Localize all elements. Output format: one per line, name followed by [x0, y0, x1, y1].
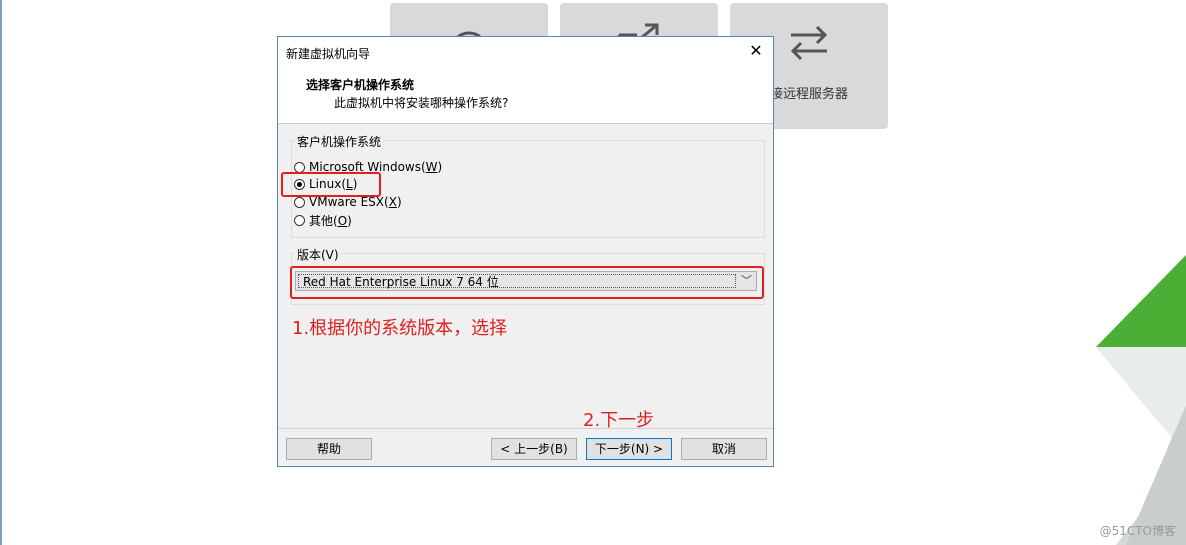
annotation-step1: 1.根据你的系统版本，选择 — [292, 318, 508, 339]
window-left-edge — [0, 0, 2, 545]
dialog-title: 新建虚拟机向导 — [286, 47, 371, 61]
header-title: 选择客户机操作系统 — [306, 78, 415, 92]
dialog-header: 选择客户机操作系统 此虚拟机中将安装哪种操作系统? — [278, 65, 773, 124]
decorative-triangles — [1096, 255, 1186, 545]
header-subtitle: 此虚拟机中将安装哪种操作系统? — [334, 96, 509, 110]
next-button[interactable]: 下一步(N) > — [586, 438, 672, 460]
close-icon[interactable]: ✕ — [745, 40, 767, 62]
watermark: @51CTO博客 — [1099, 524, 1176, 538]
version-group-label: 版本(V) — [295, 246, 341, 263]
radio-circle[interactable] — [294, 196, 305, 208]
help-button[interactable]: 帮助 — [286, 438, 372, 460]
cancel-button[interactable]: 取消 — [681, 438, 767, 460]
back-button[interactable]: < 上一步(B) — [491, 438, 577, 460]
radio-circle[interactable] — [294, 161, 305, 173]
radio-circle[interactable] — [294, 214, 305, 226]
annotation-box-version — [290, 266, 764, 299]
radio-label: VMware ESX(X) — [309, 195, 402, 209]
guest-os-group-label: 客户机操作系统 — [295, 133, 384, 150]
footer-divider — [278, 428, 773, 429]
annotation-box-linux — [281, 172, 381, 197]
radio-label: 其他(O) — [309, 213, 352, 228]
dialog-titlebar: 新建虚拟机向导 ✕ — [278, 37, 773, 65]
new-vm-wizard-dialog: 新建虚拟机向导 ✕ 选择客户机操作系统 此虚拟机中将安装哪种操作系统? 客户机操… — [277, 36, 774, 467]
swap-arrows-icon — [790, 25, 828, 61]
radio-other[interactable]: 其他(O) — [294, 212, 352, 228]
